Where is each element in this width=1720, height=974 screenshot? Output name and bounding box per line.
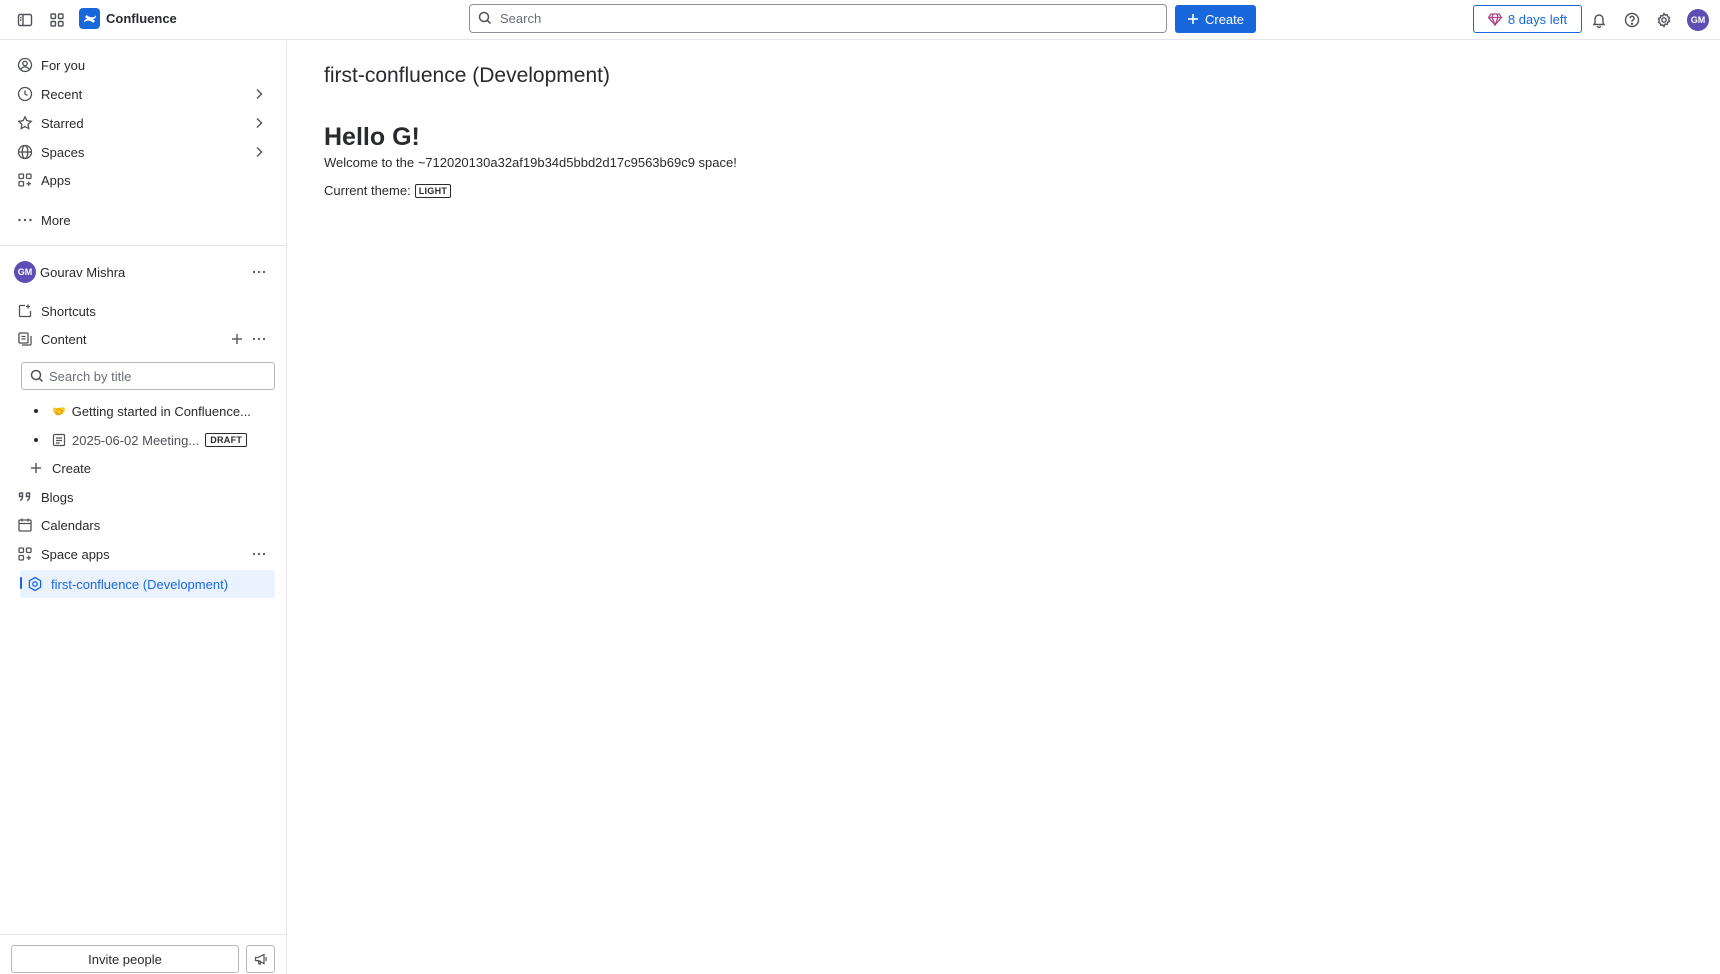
tree-create-button[interactable]: Create — [30, 456, 275, 480]
content-search-input[interactable]: Search by title — [21, 362, 275, 390]
global-search-input[interactable]: Search — [469, 4, 1167, 33]
quote-icon — [17, 489, 33, 505]
search-icon — [30, 369, 44, 386]
chevron-right-icon[interactable] — [251, 115, 267, 131]
page-title: first-confluence (Development) — [324, 64, 610, 87]
sidebar-item-calendars[interactable]: Calendars — [10, 512, 275, 538]
trial-days-left-button[interactable]: 8 days left — [1473, 5, 1582, 33]
sidebar-item-label: Spaces — [41, 144, 85, 160]
apps-icon — [17, 172, 33, 188]
sidebar-item-label: Space apps — [41, 546, 110, 562]
sidebar-item-label: For you — [41, 57, 86, 73]
create-button-label: Create — [1204, 11, 1245, 27]
more-icon[interactable] — [251, 331, 267, 347]
settings-gear-icon[interactable] — [1652, 8, 1676, 32]
sidebar: For you Recent Starred Spaces Apps More … — [0, 41, 287, 974]
top-navigation-bar: Confluence Search Create 8 days left GM — [0, 0, 1720, 40]
sidebar-item-label: Shortcuts — [41, 303, 96, 319]
sidebar-item-content[interactable]: Content — [10, 326, 275, 352]
sidebar-item-label: Apps — [41, 172, 71, 188]
space-owner-header[interactable]: GM Gourav Mishra — [10, 259, 275, 285]
app-name: Confluence — [106, 11, 177, 26]
tree-item-label: Getting started in Confluence... — [71, 403, 251, 419]
sidebar-item-recent[interactable]: Recent — [10, 81, 275, 107]
content-search-placeholder: Search by title — [49, 368, 132, 384]
sidebar-toggle-icon[interactable] — [13, 8, 37, 32]
more-icon — [17, 212, 33, 228]
sidebar-item-for-you[interactable]: For you — [10, 52, 275, 78]
theme-lozenge: LIGHT — [414, 183, 452, 198]
bullet — [34, 409, 38, 413]
sidebar-item-first-confluence-app[interactable]: first-confluence (Development) — [20, 570, 275, 598]
user-avatar[interactable]: GM — [1687, 9, 1709, 31]
sidebar-divider — [0, 245, 287, 246]
sidebar-item-starred[interactable]: Starred — [10, 110, 275, 136]
app-heading: Hello G! — [324, 123, 420, 151]
more-icon[interactable] — [251, 264, 267, 280]
calendar-icon — [17, 517, 33, 533]
sidebar-footer-divider — [0, 934, 287, 935]
globe-icon — [17, 144, 33, 160]
tree-item-label: 2025-06-02 Meeting... — [72, 432, 200, 448]
app-hexagon-icon — [27, 576, 43, 592]
invite-people-button[interactable]: Invite people — [11, 945, 239, 973]
chevron-right-icon[interactable] — [251, 144, 267, 160]
sidebar-item-label: Content — [41, 331, 87, 347]
person-circle-icon — [17, 57, 33, 73]
content-pages-icon — [17, 331, 33, 347]
tree-create-label: Create — [52, 460, 92, 476]
notifications-bell-icon[interactable] — [1587, 8, 1611, 32]
sidebar-item-label: first-confluence (Development) — [51, 576, 229, 592]
sidebar-item-more[interactable]: More — [10, 207, 275, 233]
confluence-logo[interactable]: Confluence — [79, 8, 177, 29]
tree-item-meeting-draft[interactable]: 2025-06-02 Meeting... DRAFT — [30, 428, 275, 452]
sidebar-item-label: Starred — [41, 115, 84, 131]
apps-icon — [17, 546, 33, 562]
more-icon[interactable] — [251, 546, 267, 562]
create-button[interactable]: Create — [1175, 5, 1256, 33]
add-content-plus-icon[interactable] — [229, 331, 245, 347]
sidebar-item-label: Calendars — [41, 517, 101, 533]
sidebar-item-space-apps[interactable]: Space apps — [10, 541, 275, 567]
plus-icon — [1187, 14, 1198, 24]
sidebar-item-shortcuts[interactable]: Shortcuts — [10, 298, 275, 324]
trial-label: 8 days left — [1507, 11, 1568, 27]
gem-icon — [1487, 12, 1502, 26]
confluence-logo-icon — [79, 8, 100, 29]
welcome-message: Welcome to the ~712020130a32af19b34d5bbd… — [324, 155, 737, 170]
current-theme-row: Current theme: LIGHT — [324, 183, 452, 198]
sidebar-item-label: More — [41, 212, 71, 228]
space-avatar: GM — [14, 261, 36, 283]
help-icon[interactable] — [1620, 8, 1644, 32]
sidebar-item-apps[interactable]: Apps — [10, 167, 275, 193]
clock-icon — [17, 86, 33, 102]
app-switcher-icon[interactable] — [45, 8, 69, 32]
feedback-megaphone-icon[interactable] — [246, 945, 275, 973]
star-icon — [17, 115, 33, 131]
theme-label: Current theme: — [324, 183, 411, 198]
plus-icon — [31, 463, 41, 473]
tree-item-getting-started[interactable]: 🤝 Getting started in Confluence... — [30, 399, 275, 423]
search-placeholder: Search — [500, 11, 542, 26]
sidebar-item-spaces[interactable]: Spaces — [10, 139, 275, 165]
page-icon — [52, 433, 66, 447]
shortcut-icon — [17, 303, 33, 319]
bullet — [34, 438, 38, 442]
space-owner-name: Gourav Mishra — [40, 264, 126, 280]
sidebar-item-blogs[interactable]: Blogs — [10, 484, 275, 510]
search-icon — [478, 11, 492, 28]
sidebar-item-label: Blogs — [41, 489, 74, 505]
draft-badge: DRAFT — [205, 433, 248, 447]
sidebar-item-label: Recent — [41, 86, 83, 102]
handshake-emoji-icon: 🤝 — [52, 405, 66, 418]
chevron-right-icon[interactable] — [251, 86, 267, 102]
